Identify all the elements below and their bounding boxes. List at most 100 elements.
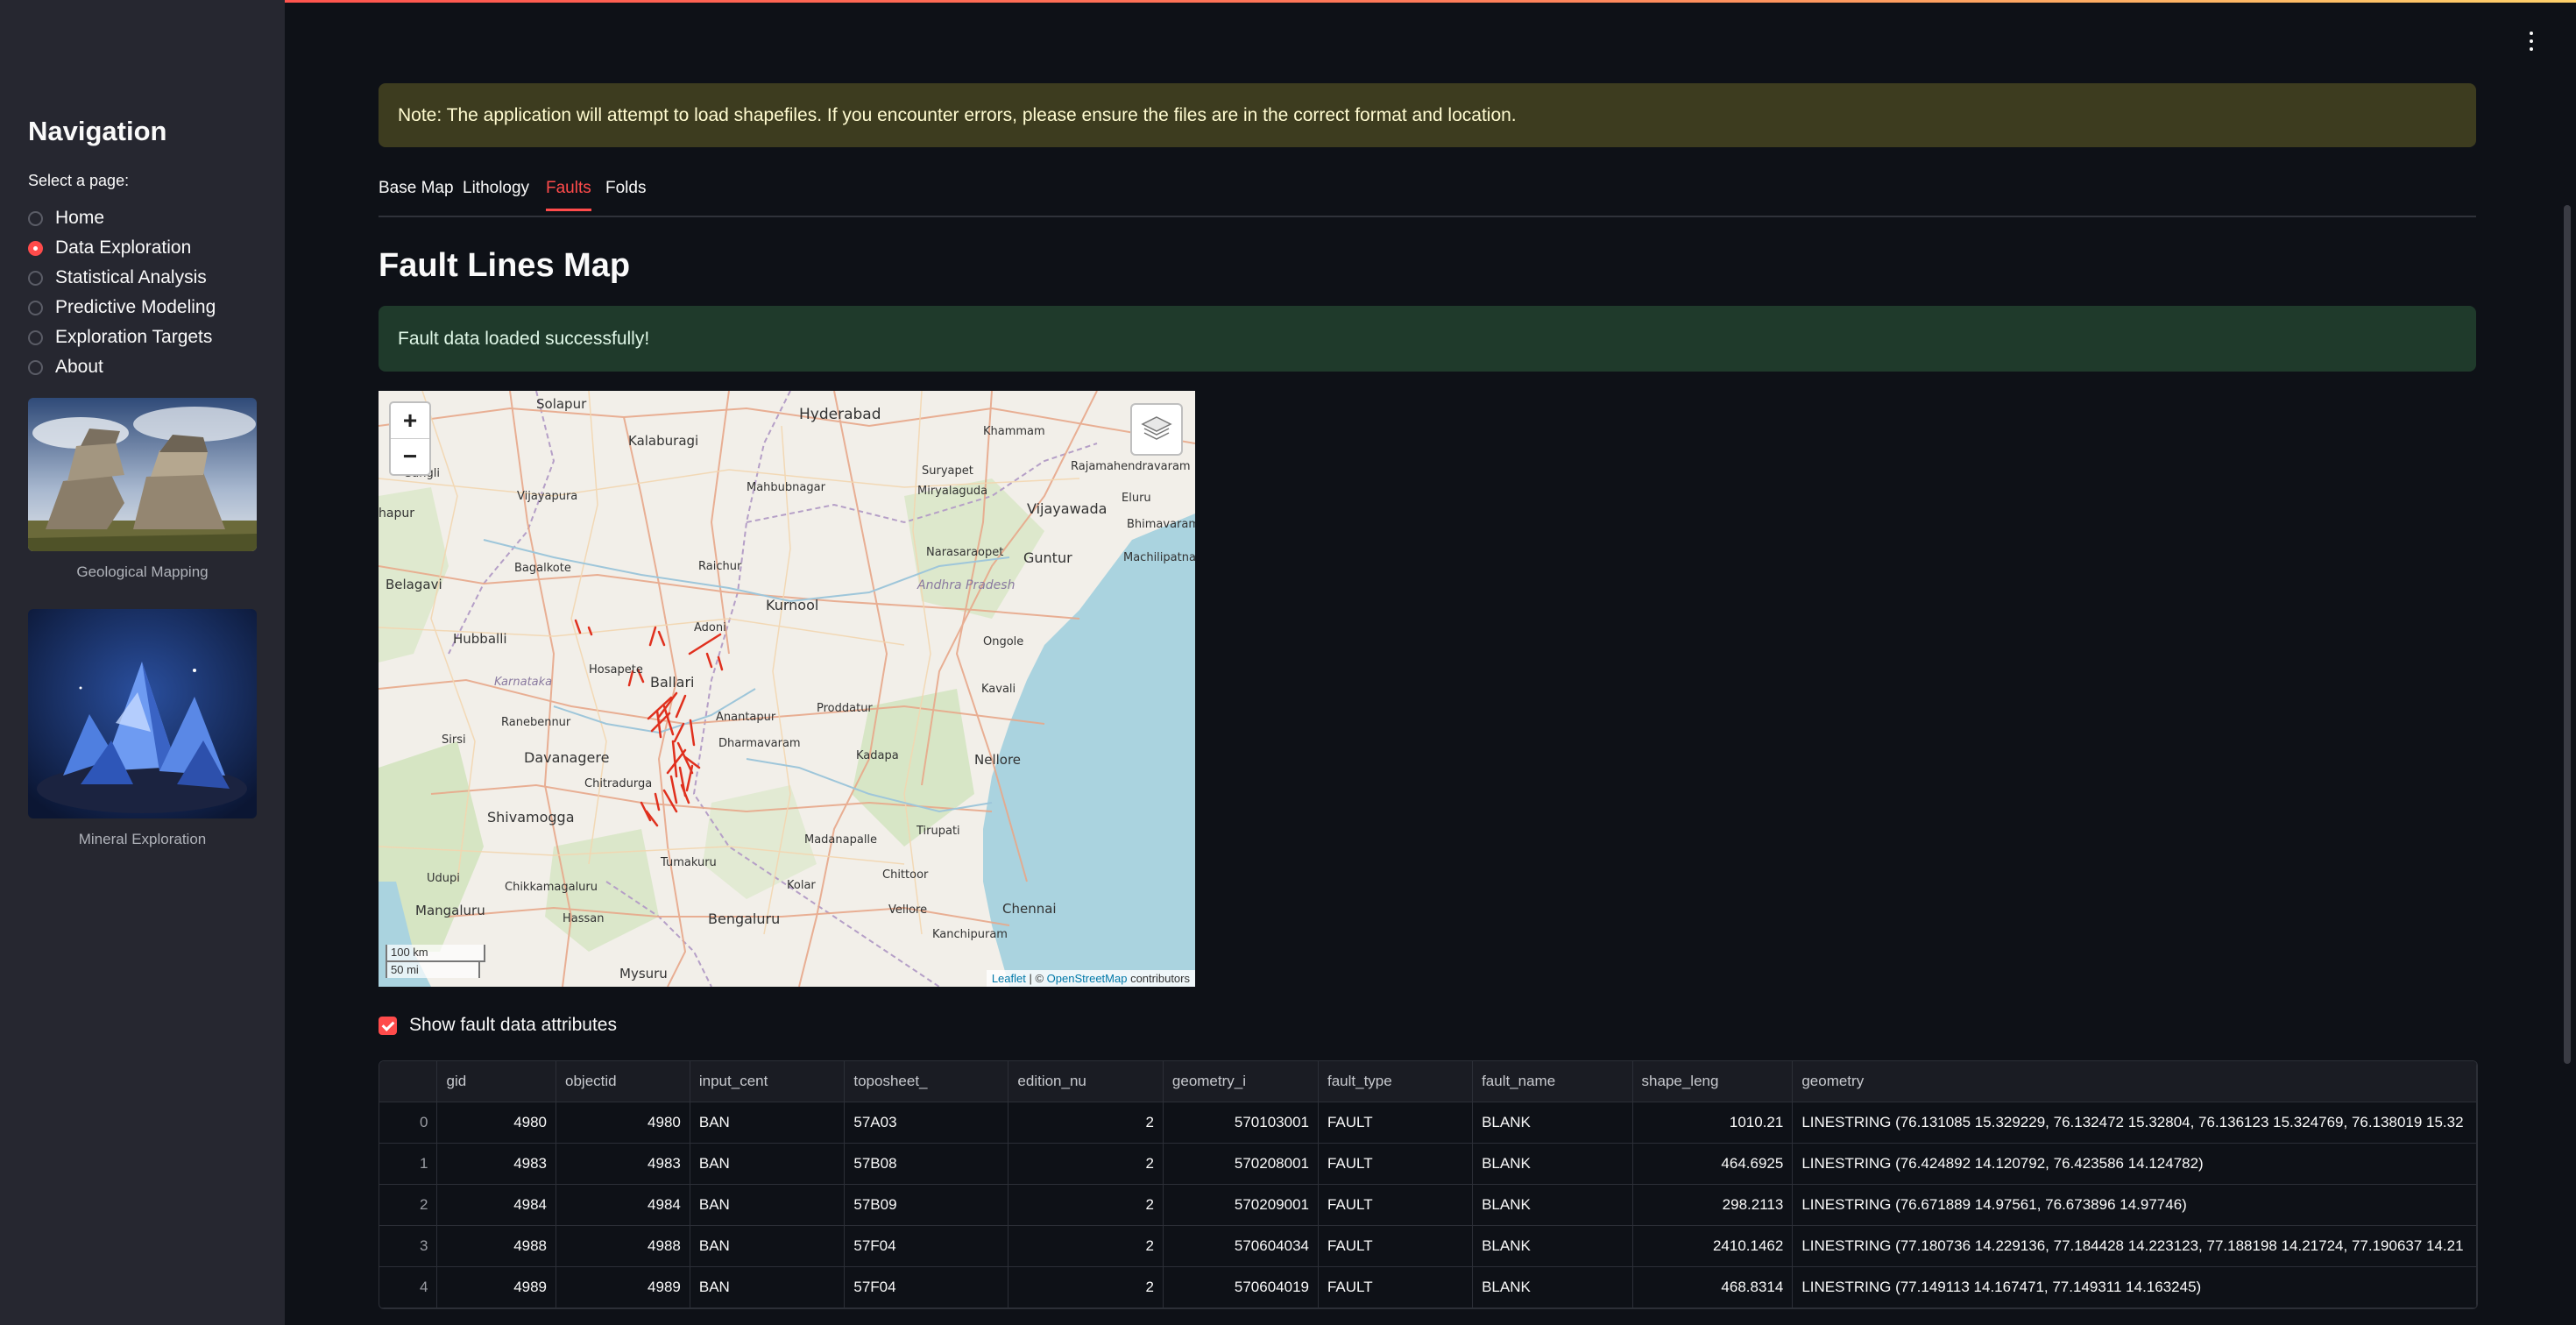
map-attribution: Leaflet | © OpenStreetMap contributors <box>986 970 1195 987</box>
radio-circle[interactable] <box>28 329 43 345</box>
table-header-geometry-i[interactable]: geometry_i <box>1163 1061 1319 1102</box>
cell-input-cent: BAN <box>690 1266 846 1308</box>
page-select-label: Select a page: <box>28 172 130 189</box>
tab-folds[interactable]: Folds <box>605 179 646 209</box>
page-scrollbar[interactable] <box>2564 205 2571 1064</box>
radio-option-statistical-analysis[interactable]: Statistical Analysis <box>28 263 216 293</box>
map-label: Machilipatna <box>1123 551 1195 564</box>
cell-edition-nu: 2 <box>1008 1143 1164 1185</box>
table-row[interactable]: 0 4980 4980 BAN 57A03 2 570103001 FAULT … <box>379 1102 2477 1144</box>
table-header-shape-leng[interactable]: shape_leng <box>1632 1061 1794 1102</box>
tab-lithology[interactable]: Lithology <box>463 179 529 209</box>
map-label: Hassan <box>563 912 605 925</box>
table-row[interactable]: 2 4984 4984 BAN 57B09 2 570209001 FAULT … <box>379 1184 2477 1226</box>
cell-fault-name: BLANK <box>1472 1225 1633 1267</box>
table-header-input-cent[interactable]: input_cent <box>690 1061 846 1102</box>
map-label: Proddatur <box>817 702 873 715</box>
map-label: Rajamahendravaram <box>1071 460 1191 473</box>
cell-gid: 4988 <box>436 1225 557 1267</box>
map-label: Chittoor <box>882 868 929 882</box>
map-label: Narasaraopet <box>926 546 1003 559</box>
radio-option-exploration-targets[interactable]: Exploration Targets <box>28 322 216 352</box>
cell-fault-type: FAULT <box>1318 1184 1474 1226</box>
openstreetmap-link[interactable]: OpenStreetMap <box>1047 972 1128 985</box>
geological-mapping-caption: Geological Mapping <box>76 563 209 580</box>
table-header-objectid[interactable]: objectid <box>556 1061 690 1102</box>
tab-faults[interactable]: Faults <box>546 179 591 211</box>
map-label: Guntur <box>1023 549 1072 566</box>
map-label: Madanapalle <box>804 833 877 847</box>
sidebar-title: Navigation <box>28 116 167 146</box>
cell-objectid: 4988 <box>556 1225 690 1267</box>
main-menu-icon[interactable] <box>2525 30 2537 53</box>
show-attributes-checkbox-row[interactable]: Show fault data attributes <box>379 1015 617 1036</box>
cell-fault-name: BLANK <box>1472 1102 1633 1144</box>
leaflet-link[interactable]: Leaflet <box>992 972 1026 985</box>
map-label: Kanchipuram <box>932 928 1008 941</box>
table-row[interactable]: 1 4983 4983 BAN 57B08 2 570208001 FAULT … <box>379 1143 2477 1185</box>
attribution-separator: | © <box>1025 972 1047 985</box>
map-label: Hubballi <box>453 631 507 647</box>
table-header-toposheet[interactable]: toposheet_ <box>844 1061 1009 1102</box>
zoom-in-button[interactable]: + <box>391 403 429 439</box>
cell-geometry-i: 570604034 <box>1163 1225 1319 1267</box>
layers-icon[interactable] <box>1130 403 1183 456</box>
map-label: Kadapa <box>856 749 899 762</box>
cell-objectid: 4984 <box>556 1184 690 1226</box>
radio-option-predictive-modeling[interactable]: Predictive Modeling <box>28 293 216 322</box>
table-row[interactable]: 4 4989 4989 BAN 57F04 2 570604019 FAULT … <box>379 1266 2477 1308</box>
radio-circle-selected[interactable] <box>28 240 43 256</box>
cell-geometry: LINESTRING (77.149113 14.167471, 77.1493… <box>1792 1266 2477 1308</box>
radio-label: Data Exploration <box>55 237 192 258</box>
zoom-out-button[interactable]: − <box>391 439 429 474</box>
cell-geometry: LINESTRING (76.424892 14.120792, 76.4235… <box>1792 1143 2477 1185</box>
cell-gid: 4983 <box>436 1143 557 1185</box>
map-label: Andhra Pradesh <box>916 578 1015 592</box>
radio-option-about[interactable]: About <box>28 352 216 382</box>
row-index: 1 <box>379 1143 438 1185</box>
tab-base-map[interactable]: Base Map <box>379 179 454 209</box>
cell-geometry-i: 570103001 <box>1163 1102 1319 1144</box>
mineral-exploration-image <box>28 609 257 818</box>
table-header-fault-type[interactable]: fault_type <box>1318 1061 1474 1102</box>
table-row[interactable]: 3 4988 4988 BAN 57F04 2 570604034 FAULT … <box>379 1225 2477 1267</box>
page-radio-group: Home Data Exploration Statistical Analys… <box>28 203 216 382</box>
radio-option-data-exploration[interactable]: Data Exploration <box>28 233 216 263</box>
radio-option-home[interactable]: Home <box>28 203 216 233</box>
radio-circle[interactable] <box>28 300 43 315</box>
table-header-fault-name[interactable]: fault_name <box>1472 1061 1633 1102</box>
cell-fault-type: FAULT <box>1318 1225 1474 1267</box>
map-label: hapur <box>379 507 414 521</box>
fault-map[interactable]: Solapur Kalaburagi Hyderabad Khammam Raj… <box>379 391 1195 987</box>
table-header-index[interactable] <box>379 1061 438 1102</box>
fault-attributes-table[interactable]: gid objectid input_cent toposheet_ editi… <box>379 1060 2478 1309</box>
map-label: Adoni <box>694 621 726 634</box>
zoom-control: + − <box>389 401 431 476</box>
radio-label: Exploration Targets <box>55 327 213 347</box>
cell-geometry-i: 570208001 <box>1163 1143 1319 1185</box>
cell-input-cent: BAN <box>690 1102 846 1144</box>
map-label: Nellore <box>974 752 1021 768</box>
table-header-edition-nu[interactable]: edition_nu <box>1008 1061 1164 1102</box>
radio-circle[interactable] <box>28 270 43 286</box>
cell-shape-leng: 298.2113 <box>1632 1184 1794 1226</box>
map-label: Vijayapura <box>517 490 577 503</box>
cell-geometry: LINESTRING (76.671889 14.97561, 76.67389… <box>1792 1184 2477 1226</box>
show-attributes-checkbox[interactable] <box>379 1016 397 1035</box>
table-header-gid[interactable]: gid <box>436 1061 557 1102</box>
map-label: Sirsi <box>442 733 466 747</box>
radio-circle[interactable] <box>28 359 43 375</box>
map-label: Kavali <box>981 683 1016 696</box>
map-label: Suryapet <box>922 464 973 478</box>
row-index: 4 <box>379 1266 438 1308</box>
map-tiles: Solapur Kalaburagi Hyderabad Khammam Raj… <box>379 391 1195 987</box>
map-label: Chennai <box>1002 901 1057 917</box>
table-header-geometry[interactable]: geometry <box>1792 1061 2477 1102</box>
radio-circle[interactable] <box>28 210 43 226</box>
cell-fault-type: FAULT <box>1318 1102 1474 1144</box>
geological-mapping-image <box>28 398 257 551</box>
cell-geometry: LINESTRING (77.180736 14.229136, 77.1844… <box>1792 1225 2477 1267</box>
map-scale-bar: 100 km 50 mi <box>386 945 485 978</box>
mineral-exploration-caption: Mineral Exploration <box>78 831 207 847</box>
map-label: Vellore <box>888 903 927 917</box>
